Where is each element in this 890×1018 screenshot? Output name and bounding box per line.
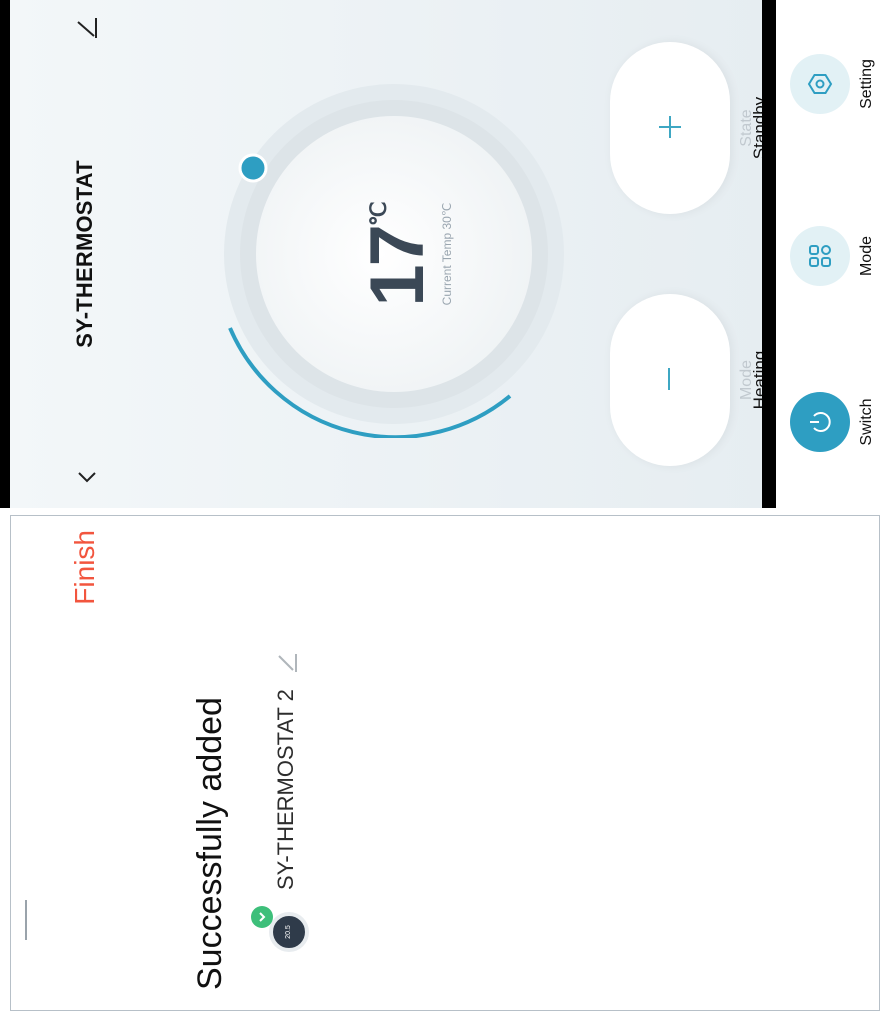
minus-icon: [668, 368, 670, 390]
nav-bar-strip: [762, 0, 776, 508]
thermostat-screenshot: SY-THERMOSTAT 17℃ Current Temp 30℃ Mode …: [0, 0, 890, 508]
device-name: SY-THERMOSTAT 2: [273, 689, 298, 890]
dial-handle[interactable]: [238, 153, 268, 183]
switch-button[interactable]: [790, 392, 850, 452]
success-screen: Finish Successfully added 20.5 SY-THERMO…: [11, 516, 879, 1010]
mode-button[interactable]: [790, 226, 850, 286]
device-thumbnail-text: 20.5: [285, 925, 292, 939]
thermostat-app: SY-THERMOSTAT 17℃ Current Temp 30℃ Mode …: [0, 0, 890, 508]
mode-button-label: Mode: [858, 235, 875, 277]
check-badge: [251, 906, 273, 928]
setpoint-unit: ℃: [366, 201, 391, 227]
device-thumbnail: 20.5: [269, 912, 309, 952]
status-indicator: [25, 900, 27, 940]
check-icon: [259, 912, 266, 922]
success-title: Successfully added: [191, 697, 229, 990]
success-screenshot: Finish Successfully added 20.5 SY-THERMO…: [10, 515, 880, 1011]
power-icon: [810, 412, 831, 432]
decrease-button[interactable]: [610, 294, 730, 466]
page-title: SY-THERMOSTAT: [72, 160, 97, 348]
setting-button[interactable]: [790, 54, 850, 114]
current-temp: Current Temp 30℃: [440, 202, 454, 306]
thermostat-main: SY-THERMOSTAT 17℃ Current Temp 30℃ Mode …: [10, 0, 770, 508]
back-icon[interactable]: [76, 466, 98, 488]
increase-button[interactable]: [610, 42, 730, 214]
setpoint-value: 17: [355, 226, 440, 307]
setting-label: Setting: [858, 59, 875, 109]
edit-name-icon[interactable]: [275, 652, 297, 674]
edit-icon[interactable]: [74, 16, 98, 40]
finish-button[interactable]: Finish: [69, 530, 101, 620]
grid-icon: [809, 245, 831, 267]
status-bar: [0, 0, 10, 508]
switch-label: Switch: [858, 398, 875, 446]
bottom-toolbar: Switch Mode Setting: [776, 0, 890, 508]
setpoint-display: 17℃: [355, 0, 440, 508]
settings-hex-icon: [807, 74, 833, 94]
